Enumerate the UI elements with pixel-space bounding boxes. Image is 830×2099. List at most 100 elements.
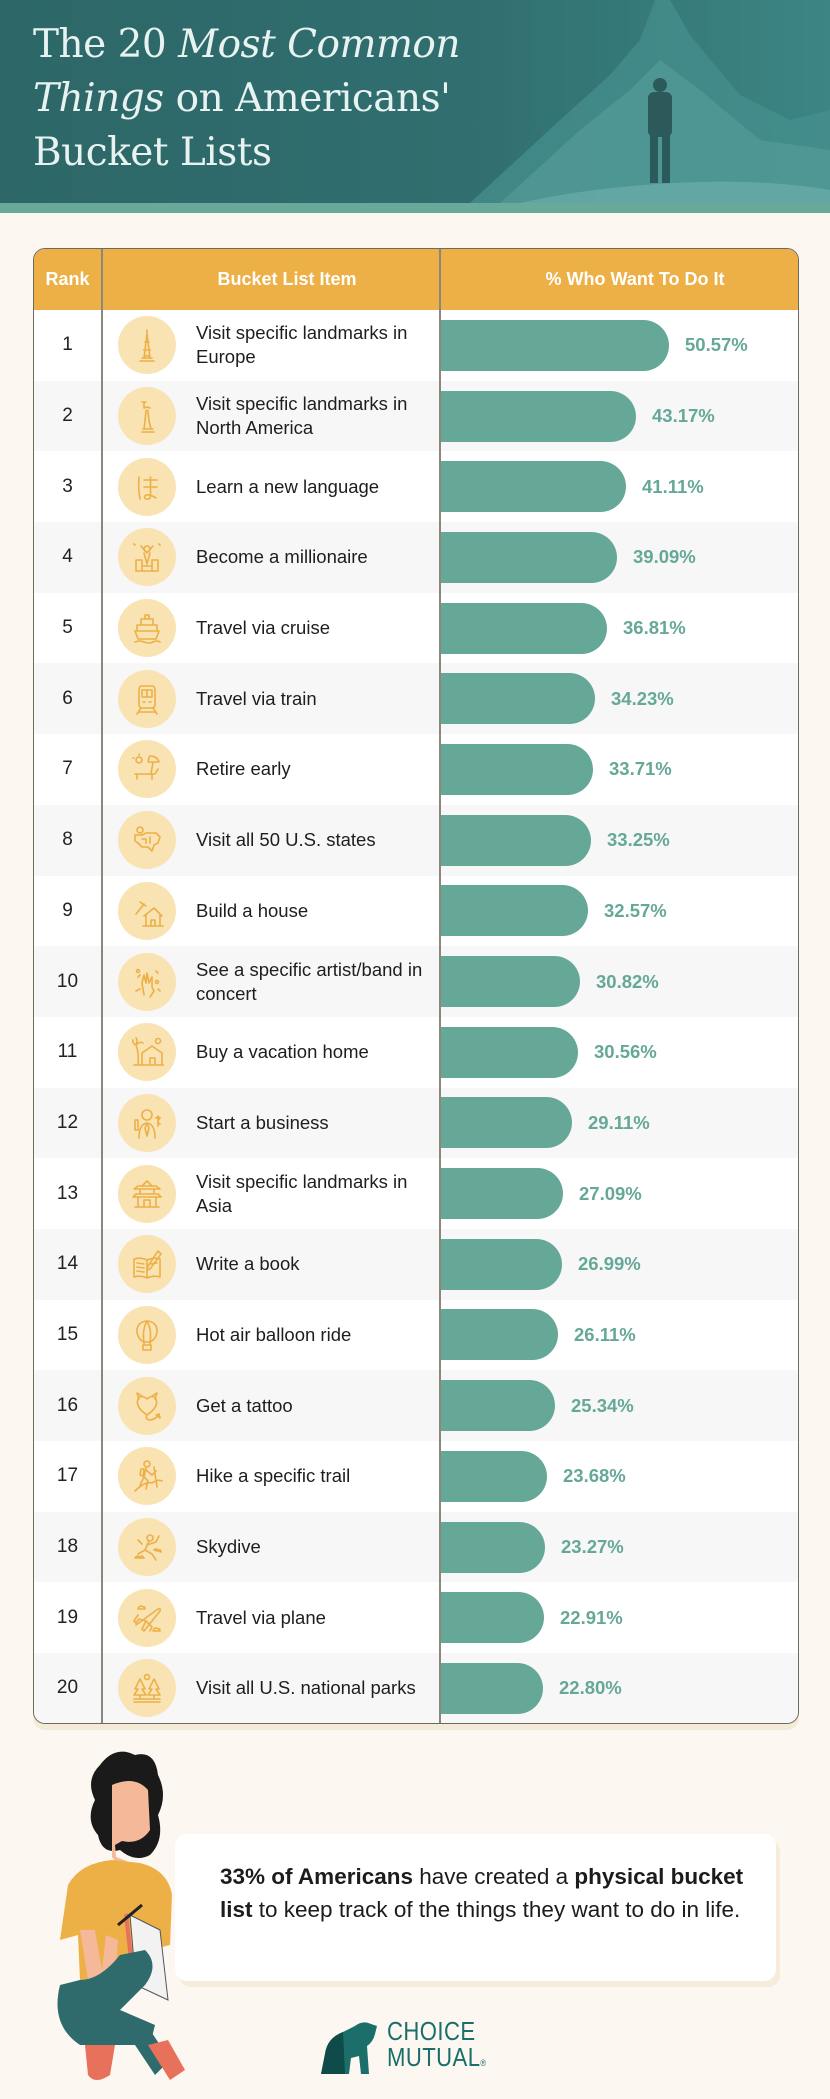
header-divider [0,203,830,213]
table-row: 12 Start a business 29.11% [34,1087,798,1159]
book-pen-icon [118,1235,176,1294]
rank-cell: 17 [56,1465,79,1487]
value-label: 30.82% [596,970,659,992]
item-label: Start a business [196,1111,329,1133]
item-label: Become a millionaire [196,546,368,568]
item-label: Travel via train [196,687,317,709]
rank-cell: 13 [56,1182,79,1204]
rank-cell: 10 [56,970,79,992]
value-label: 25.34% [571,1394,634,1416]
pagoda-icon [118,1164,176,1223]
woman-writing-illustration [57,1751,185,2080]
vacation-home-icon [118,1023,176,1082]
value-label: 36.81% [623,617,686,639]
table-row: 17 Hike a specific trail 23.68% [34,1441,798,1512]
value-label: 22.80% [559,1677,622,1699]
rank-cell: 16 [56,1394,79,1416]
bar [440,956,580,1008]
value-label: 23.68% [563,1465,626,1487]
bar [440,743,593,795]
value-label: 41.11% [642,475,704,497]
item-label: Visit all U.S. national parks [196,1677,416,1699]
value-label: 50.57% [685,334,748,356]
value-label: 43.17% [652,405,715,427]
table-row: 13 Visit specific landmarks in Asia 27.09% [34,1158,798,1229]
item-label: Travel via cruise [196,617,330,639]
bar [440,602,607,654]
rank-cell: 4 [62,546,73,568]
item-label: Write a book [196,1253,300,1275]
table-row: 9 Build a house 32.57% [34,876,798,947]
bar [440,531,617,583]
column-header-rank: Rank [45,269,90,289]
column-divider [439,249,441,1723]
rank-cell: 3 [62,475,73,497]
table-row: 20 Visit all U.S. national parks 22.80% [34,1653,798,1723]
column-header-percent: % Who Want To Do It [545,269,725,289]
value-label: 27.09% [579,1182,642,1204]
bar [440,1592,544,1644]
table-row: 3 Learn a new language 41.11% [34,451,798,522]
rank-cell: 12 [56,1111,79,1133]
table-row: 14 Write a book 26.99% [34,1228,798,1300]
rank-cell: 15 [56,1323,79,1345]
rank-cell: 18 [56,1536,79,1558]
column-divider [101,249,103,1723]
header-banner: The 20 Most Common Things on Americans' … [0,0,830,203]
item-label: Hot air balloon ride [196,1323,352,1345]
item-label: See a specific artist/band in concert [196,958,423,1004]
bar [440,390,636,442]
concert-hand-icon [118,952,176,1011]
logo-line-1: CHOICE [387,2016,476,2046]
rank-cell: 6 [62,687,73,709]
callout-text: 33% of Americans have created a physical… [220,1864,744,1922]
page-title: The 20 Most Common Things on Americans' … [33,22,461,175]
table-row: 7 Retire early 33.71% [34,734,798,805]
table-row: 16 Get a tattoo 25.34% [34,1370,798,1441]
bear-logo-icon [321,2022,377,2074]
statue-of-liberty-icon [118,387,176,446]
table-row: 2 Visit specific landmarks in North Ameri… [34,380,798,452]
value-label: 23.27% [561,1536,624,1558]
value-label: 34.23% [611,687,674,709]
stat-callout: 33% of Americans have created a physical… [175,1834,776,1981]
bar [440,885,588,937]
millionaire-icon [118,528,176,587]
rank-cell: 1 [62,334,73,356]
bar [440,319,669,371]
bar [440,461,626,513]
cruise-ship-icon [118,599,176,658]
value-label: 22.91% [560,1606,623,1628]
item-label: Visit specific landmarks in North Americ… [196,393,408,439]
table-body: 1 Visit specific landmarks in Europe 50.57… [34,310,798,1723]
table-row: 15 Hot air balloon ride 26.11% [34,1300,798,1371]
devil-heart-icon [118,1376,176,1435]
value-label: 39.09% [633,546,696,568]
hot-air-balloon-icon [118,1305,176,1364]
table-row: 4 Become a millionaire 39.09% [34,522,798,593]
train-icon [118,669,176,728]
item-label: Buy a vacation home [196,1041,369,1063]
table-header: Rank Bucket List Item % Who Want To Do I… [34,249,798,310]
bar [440,1380,555,1432]
item-label: Visit specific landmarks in Asia [196,1170,408,1216]
value-label: 29.11% [588,1111,650,1133]
item-label: Build a house [196,899,309,921]
bar [440,814,591,866]
language-character-icon [118,457,176,516]
item-label: Learn a new language [196,475,380,497]
choice-mutual-logo: CHOICE MUTUAL® [315,2016,515,2076]
bar [440,1238,562,1290]
airplane-icon [118,1588,176,1647]
table-row: 11 Buy a vacation home 30.56% [34,1017,798,1088]
table-row: 6 Travel via train 34.23% [34,663,798,735]
usa-map-pin-icon [118,811,176,870]
item-label: Hike a specific trail [196,1465,351,1487]
item-label: Visit all 50 U.S. states [196,829,376,851]
bar [440,1097,572,1149]
bucket-list-table: Rank Bucket List Item % Who Want To Do I… [33,248,799,1724]
rank-cell: 11 [57,1041,78,1063]
value-label: 33.71% [609,758,672,780]
table-row: 10 See a specific artist/band in concert 3… [34,946,798,1017]
eiffel-tower-icon [118,316,176,375]
